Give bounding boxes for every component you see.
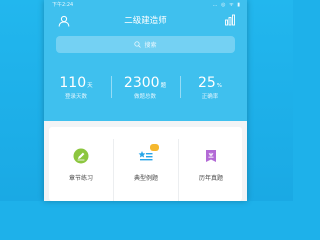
stat-total-questions: 2300题 做题总数 xyxy=(117,72,173,102)
background-right xyxy=(247,0,293,201)
stat-unit: 天 xyxy=(87,83,93,89)
background-left xyxy=(0,0,44,201)
stat-value: 110 xyxy=(59,75,87,91)
example-badge-icon xyxy=(150,144,159,151)
feature-past-exams[interactable]: 历年真题 xyxy=(179,127,243,201)
search-icon xyxy=(134,41,142,48)
status-bar: 下午2:24 … ◎ ᯤ ▮ xyxy=(50,1,241,10)
pencil-icon xyxy=(73,148,89,164)
stat-accuracy: 25% 正确率 xyxy=(182,72,238,102)
stat-divider xyxy=(180,76,181,98)
stat-unit: 题 xyxy=(160,83,167,89)
feature-label: 历年真题 xyxy=(198,175,223,182)
feature-typical-examples[interactable]: 典型例题 xyxy=(114,127,178,201)
feature-grid: 章节练习 典型例题 历年真题 xyxy=(49,127,242,201)
feature-label: 章节练习 xyxy=(68,175,93,182)
stat-label: 做题总数 xyxy=(133,94,156,100)
stat-login-days: 110天 登录天数 xyxy=(48,72,104,102)
navbar: 二级建造师 xyxy=(44,10,247,32)
search-content: 搜索 xyxy=(56,36,235,53)
search-placeholder: 搜索 xyxy=(144,42,157,49)
stat-divider xyxy=(111,76,112,98)
exam-paper-icon xyxy=(206,150,216,162)
status-time: 下午2:24 xyxy=(52,2,74,8)
header-panel: 下午2:24 … ◎ ᯤ ▮ 二级建造师 搜索 110天 登录天数 2300题 … xyxy=(44,0,247,121)
search-bar[interactable]: 搜索 xyxy=(56,36,235,53)
page-title: 二级建造师 xyxy=(124,16,167,26)
feature-chapter-practice[interactable]: 章节练习 xyxy=(49,127,113,201)
bar-chart-icon[interactable] xyxy=(224,14,236,26)
stat-label: 正确率 xyxy=(201,94,219,100)
stat-label: 登录天数 xyxy=(64,94,87,100)
stat-unit: % xyxy=(216,83,223,89)
phone-screen: 下午2:24 … ◎ ᯤ ▮ 二级建造师 搜索 110天 登录天数 2300题 … xyxy=(44,0,247,201)
stat-value: 25 xyxy=(197,75,216,91)
stat-value: 2300 xyxy=(123,75,160,91)
feature-label: 典型例题 xyxy=(133,175,158,182)
status-icons: … ◎ ᯤ ▮ xyxy=(212,2,241,8)
